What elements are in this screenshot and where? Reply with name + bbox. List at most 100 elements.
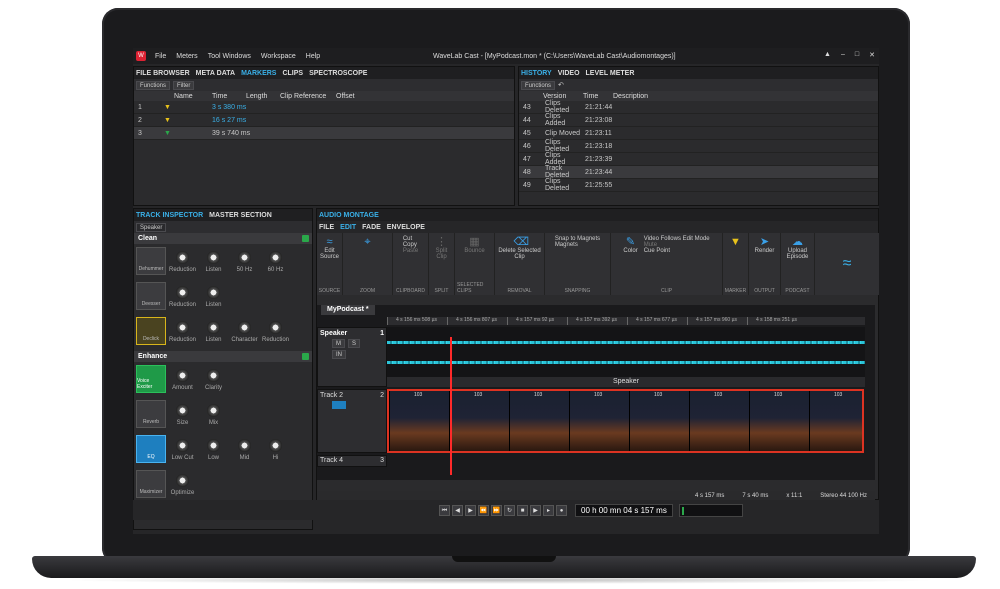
- marker-row[interactable]: 1 ▼ 3 s 380 ms: [134, 101, 514, 114]
- knob[interactable]: Low: [198, 432, 229, 467]
- enhance-power-icon[interactable]: [302, 353, 309, 360]
- voice-exciter-module[interactable]: Voice Exciter: [136, 365, 166, 393]
- col-offset[interactable]: Offset: [332, 93, 366, 100]
- track-header-track-2[interactable]: Track 2 2: [317, 389, 387, 453]
- menu-meters[interactable]: Meters: [176, 53, 197, 60]
- stop-icon[interactable]: ■: [517, 504, 528, 516]
- render-button[interactable]: ➤ Render: [755, 236, 775, 254]
- color-button[interactable]: ✎ Color: [623, 236, 637, 254]
- knob[interactable]: Mid: [229, 432, 260, 467]
- marker-row[interactable]: 2 ▼ 16 s 27 ms: [134, 114, 514, 127]
- history-row[interactable]: 44 Clips Added 21:23:08: [519, 113, 878, 127]
- tab-file-browser[interactable]: FILE BROWSER: [136, 70, 190, 77]
- col-time[interactable]: Time: [208, 93, 242, 100]
- collapse-button[interactable]: ▲: [824, 51, 831, 59]
- dehummer-module[interactable]: Dehummer: [136, 247, 166, 275]
- split-clip-button[interactable]: ⋮ Split Clip: [431, 236, 452, 260]
- record-icon[interactable]: ●: [556, 504, 567, 516]
- menu-file[interactable]: File: [155, 53, 166, 60]
- declick-module[interactable]: Declick: [136, 317, 166, 345]
- marker-button[interactable]: ▼: [730, 236, 742, 248]
- knob[interactable]: Listen: [198, 279, 229, 314]
- tab-audio-montage[interactable]: AUDIO MONTAGE: [319, 212, 379, 219]
- speaker-lane[interactable]: Speaker: [387, 327, 865, 387]
- minimize-button[interactable]: –: [841, 51, 845, 59]
- subtab-edit[interactable]: EDIT: [340, 224, 356, 231]
- knob[interactable]: Size: [167, 397, 198, 432]
- cue-point-dropdown[interactable]: Cue Point: [644, 248, 670, 254]
- play-selection-icon[interactable]: ▸: [543, 504, 554, 516]
- tab-track-inspector[interactable]: TRACK INSPECTOR: [136, 212, 203, 219]
- status-format[interactable]: Stereo 44 100 Hz: [820, 493, 867, 499]
- next-marker-icon[interactable]: ▶: [465, 504, 476, 516]
- delete-selected-clip-button[interactable]: ⌫ Delete Selected Clip: [497, 236, 542, 260]
- status-zoom[interactable]: x 11:1: [786, 493, 802, 499]
- knob[interactable]: Character: [229, 314, 260, 349]
- rewind-icon[interactable]: ⏪: [478, 504, 489, 516]
- track-header-speaker[interactable]: Speaker 1 M S IN: [317, 327, 387, 387]
- tab-level-meter[interactable]: LEVEL METER: [586, 70, 635, 77]
- menu-tool-windows[interactable]: Tool Windows: [208, 53, 251, 60]
- knob[interactable]: Amount: [167, 362, 198, 397]
- col-version[interactable]: Version: [539, 93, 579, 100]
- col-description[interactable]: Description: [609, 93, 669, 100]
- deesser-module[interactable]: Deesser: [136, 282, 166, 310]
- go-to-start-icon[interactable]: ⏮: [439, 504, 450, 516]
- tab-meta-data[interactable]: META DATA: [196, 70, 235, 77]
- video-clip[interactable]: 103 103 103 103 103 103 103 103: [387, 389, 864, 453]
- subtab-file[interactable]: FILE: [319, 224, 334, 231]
- undo-icon[interactable]: ↶: [558, 81, 564, 89]
- knob[interactable]: Reduction: [167, 279, 198, 314]
- input-button[interactable]: IN: [332, 350, 346, 359]
- time-display[interactable]: 00 h 00 mn 04 s 157 ms: [575, 503, 673, 517]
- maximizer-module[interactable]: Maximizer: [136, 470, 166, 498]
- col-length[interactable]: Length: [242, 93, 276, 100]
- functions-button[interactable]: Functions: [136, 80, 171, 90]
- fast-forward-icon[interactable]: ⏩: [491, 504, 502, 516]
- knob[interactable]: Listen: [198, 314, 229, 349]
- marker-row[interactable]: 3 ▼ 39 s 740 ms: [134, 127, 514, 140]
- knob[interactable]: Reduction: [260, 314, 291, 349]
- time-ruler[interactable]: 4 s 156 ms 508 µs 4 s 156 ms 807 µs 4 s 15…: [387, 317, 865, 325]
- tab-markers[interactable]: MARKERS: [241, 70, 276, 77]
- eq-module[interactable]: EQ: [136, 435, 166, 463]
- tab-history[interactable]: HISTORY: [521, 70, 552, 77]
- tab-video[interactable]: VIDEO: [558, 70, 580, 77]
- mute-button[interactable]: M: [332, 339, 345, 348]
- knob[interactable]: Mix: [198, 397, 229, 432]
- knob[interactable]: Hi: [260, 432, 291, 467]
- document-tab[interactable]: MyPodcast *: [321, 305, 375, 315]
- close-button[interactable]: ✕: [869, 51, 875, 59]
- history-functions-button[interactable]: Functions: [521, 80, 556, 90]
- knob[interactable]: Reduction: [167, 244, 198, 279]
- magnets-dropdown[interactable]: Magnets: [555, 242, 578, 248]
- knob[interactable]: Optimize: [167, 467, 198, 502]
- menu-help[interactable]: Help: [306, 53, 320, 60]
- previous-marker-icon[interactable]: ◀: [452, 504, 463, 516]
- knob[interactable]: Clarity: [198, 362, 229, 397]
- solo-button[interactable]: S: [348, 339, 361, 348]
- track-header-track-4[interactable]: Track 4 3: [317, 455, 387, 467]
- knob[interactable]: 50 Hz: [229, 244, 260, 279]
- knob[interactable]: Low Cut: [167, 432, 198, 467]
- reverb-module[interactable]: Reverb: [136, 400, 166, 428]
- knob[interactable]: Reduction: [167, 314, 198, 349]
- clean-power-icon[interactable]: [302, 235, 309, 242]
- playback-cursor[interactable]: [450, 337, 452, 475]
- filter-button[interactable]: Filter: [173, 80, 195, 90]
- subtab-fade[interactable]: FADE: [362, 224, 381, 231]
- tab-clips[interactable]: CLIPS: [282, 70, 303, 77]
- menu-workspace[interactable]: Workspace: [261, 53, 296, 60]
- knob[interactable]: 60 Hz: [260, 244, 291, 279]
- edit-source-button[interactable]: ≈ Edit Source: [319, 236, 340, 260]
- col-clip-reference[interactable]: Clip Reference: [276, 93, 332, 100]
- col-hist-time[interactable]: Time: [579, 93, 609, 100]
- subtab-envelope[interactable]: ENVELOPE: [387, 224, 425, 231]
- loop-icon[interactable]: ↻: [504, 504, 515, 516]
- knob[interactable]: Listen: [198, 244, 229, 279]
- zoom-tools[interactable]: ⌖: [362, 236, 374, 248]
- col-name[interactable]: Name: [170, 93, 208, 100]
- history-row[interactable]: 49 Clips Deleted 21:25:55: [519, 178, 878, 192]
- tab-master-section[interactable]: MASTER SECTION: [209, 212, 272, 219]
- bounce-button[interactable]: ▦ Bounce: [464, 236, 484, 254]
